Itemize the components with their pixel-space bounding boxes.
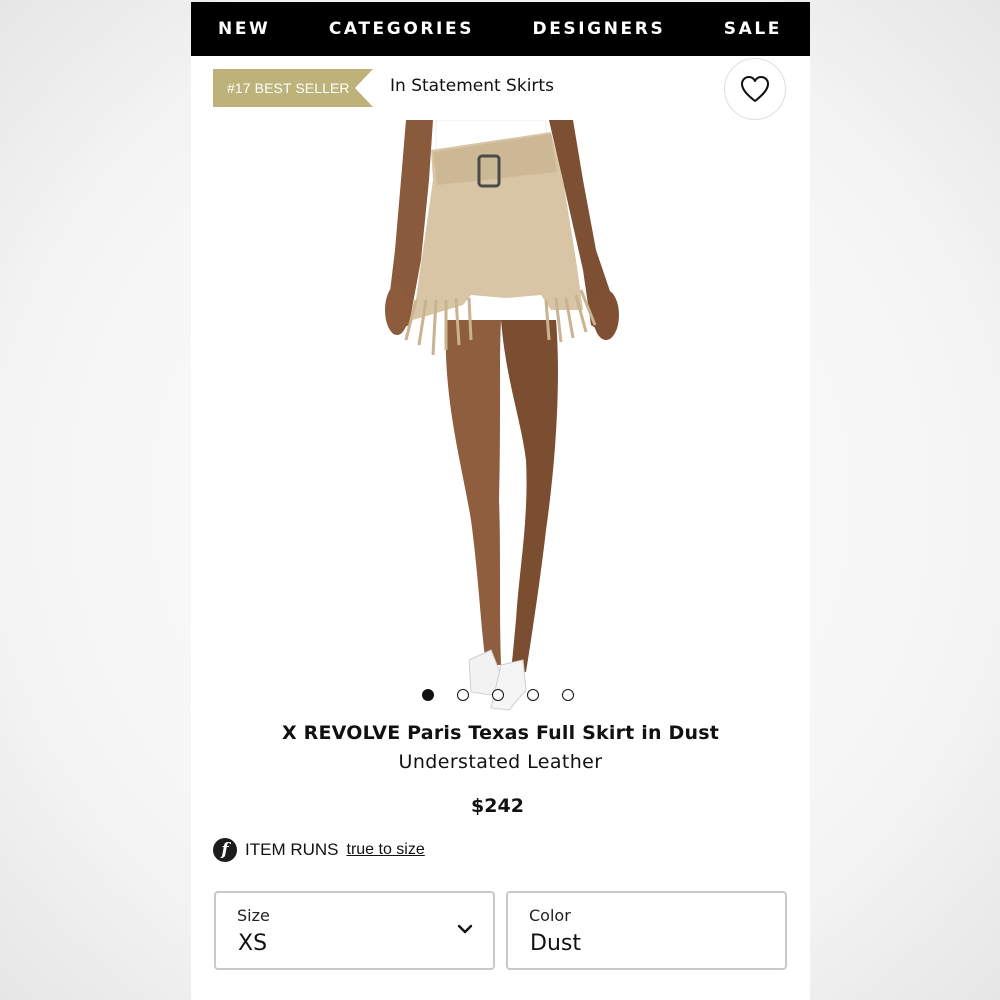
size-select[interactable]: Size XS [214, 891, 495, 970]
carousel-dot[interactable] [422, 689, 434, 701]
color-select-value: Dust [530, 931, 581, 956]
nav-sale[interactable]: SALE [724, 19, 782, 39]
chevron-down-icon [457, 924, 473, 934]
size-select-label: Size [237, 906, 270, 925]
product-image[interactable] [351, 119, 651, 712]
product-price: $242 [471, 795, 524, 817]
fit-info: f ITEM RUNS true to size [213, 837, 425, 863]
carousel-dots [422, 689, 574, 701]
carousel-dot[interactable] [527, 689, 539, 701]
fit-label: ITEM RUNS [245, 840, 339, 859]
wishlist-button[interactable] [724, 58, 786, 120]
best-seller-badge: #17 BEST SELLER [213, 69, 373, 107]
best-seller-label: #17 BEST SELLER [227, 80, 350, 96]
model-wearing-skirt-image [385, 119, 619, 711]
color-select-label: Color [529, 906, 571, 925]
product-title: X REVOLVE Paris Texas Full Skirt in Dust [282, 722, 719, 744]
product-page: NEW CATEGORIES DESIGNERS SALE #17 BEST S… [191, 2, 810, 1000]
color-select[interactable]: Color Dust [506, 891, 787, 970]
top-navigation: NEW CATEGORIES DESIGNERS SALE [191, 2, 810, 56]
nav-categories[interactable]: CATEGORIES [329, 19, 474, 39]
heart-outline-icon [741, 76, 769, 102]
product-brand-link[interactable]: Understated Leather [191, 751, 810, 773]
category-link[interactable]: In Statement Skirts [390, 76, 554, 96]
carousel-dot[interactable] [457, 689, 469, 701]
carousel-dot[interactable] [492, 689, 504, 701]
nav-new[interactable]: NEW [218, 19, 270, 39]
fit-value-link[interactable]: true to size [347, 841, 425, 859]
nav-designers[interactable]: DESIGNERS [532, 19, 665, 39]
size-select-value: XS [238, 931, 268, 956]
fit-predictor-icon: f [213, 838, 237, 862]
carousel-dot[interactable] [562, 689, 574, 701]
